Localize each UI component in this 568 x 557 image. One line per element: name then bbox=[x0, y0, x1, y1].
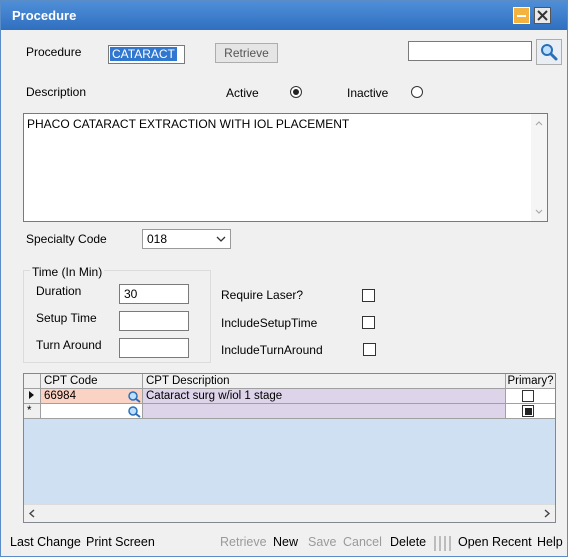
grid-horizontal-scrollbar[interactable] bbox=[24, 504, 555, 522]
scroll-right-icon[interactable] bbox=[543, 509, 551, 518]
turn-around-input[interactable] bbox=[119, 338, 189, 358]
procedure-window: Procedure Procedure CATARACT Retrieve De… bbox=[0, 0, 568, 557]
title-bar: Procedure bbox=[1, 1, 567, 30]
search-icon bbox=[541, 44, 558, 61]
delete-button[interactable]: Delete bbox=[390, 535, 426, 549]
include-turn-around-checkbox[interactable] bbox=[363, 343, 376, 356]
duration-input[interactable]: 30 bbox=[119, 284, 189, 304]
current-row-icon bbox=[29, 391, 34, 399]
search-input[interactable] bbox=[408, 41, 532, 61]
new-button[interactable]: New bbox=[273, 535, 298, 549]
chevron-down-icon bbox=[216, 236, 226, 242]
specialty-code-value: 018 bbox=[147, 232, 168, 246]
primary-checkbox[interactable] bbox=[522, 390, 534, 402]
active-radio[interactable] bbox=[290, 86, 302, 98]
duration-label: Duration bbox=[36, 284, 82, 298]
lookup-icon[interactable] bbox=[127, 390, 141, 403]
inactive-radio[interactable] bbox=[411, 86, 423, 98]
procedure-input-value: CATARACT bbox=[110, 47, 177, 61]
lookup-icon[interactable] bbox=[127, 405, 141, 418]
row-selector[interactable] bbox=[24, 389, 41, 404]
description-label: Description bbox=[26, 85, 87, 99]
description-scrollbar[interactable] bbox=[531, 114, 547, 221]
cpt-description-header[interactable]: CPT Description bbox=[143, 374, 506, 389]
include-turn-around-label: IncludeTurnAround bbox=[221, 343, 323, 357]
setup-time-label: Setup Time bbox=[36, 311, 97, 325]
specialty-code-select[interactable]: 018 bbox=[142, 229, 231, 249]
last-change-button[interactable]: Last Change bbox=[10, 535, 81, 549]
open-recent-button[interactable]: Open Recent bbox=[458, 535, 532, 549]
table-row-cpt-description[interactable]: Cataract surg w/iol 1 stage bbox=[143, 389, 506, 404]
scrollbar-arrows-icon bbox=[535, 121, 543, 214]
search-button[interactable] bbox=[536, 39, 562, 65]
procedure-input[interactable]: CATARACT bbox=[108, 45, 185, 64]
new-row-cpt-description[interactable] bbox=[143, 404, 506, 419]
setup-time-input[interactable] bbox=[119, 311, 189, 331]
require-laser-label: Require Laser? bbox=[221, 288, 304, 302]
new-row-cpt-code[interactable] bbox=[41, 404, 143, 419]
primary-header[interactable]: Primary? bbox=[506, 374, 555, 389]
active-label: Active bbox=[226, 86, 259, 100]
grid-corner-header bbox=[24, 374, 41, 389]
include-setup-time-checkbox[interactable] bbox=[362, 316, 375, 329]
retrieve-button[interactable]: Retrieve bbox=[215, 43, 278, 63]
time-group-label: Time (In Min) bbox=[30, 265, 105, 279]
include-setup-time-label: IncludeSetupTime bbox=[221, 316, 318, 330]
require-laser-checkbox[interactable] bbox=[362, 289, 375, 302]
footer-toolbar: Last Change Print Screen Retrieve New Sa… bbox=[1, 531, 567, 556]
new-row-selector[interactable]: * bbox=[24, 404, 41, 419]
turn-around-label: Turn Around bbox=[36, 338, 102, 352]
window-title: Procedure bbox=[12, 8, 77, 23]
help-button[interactable]: Help bbox=[537, 535, 563, 549]
close-icon bbox=[537, 10, 548, 21]
table-row-cpt-code[interactable]: 66984 bbox=[41, 389, 143, 404]
close-button[interactable] bbox=[534, 7, 551, 24]
description-textarea[interactable]: PHACO CATARACT EXTRACTION WITH IOL PLACE… bbox=[23, 113, 548, 222]
cpt-code-header[interactable]: CPT Code bbox=[41, 374, 143, 389]
procedure-label: Procedure bbox=[26, 45, 82, 59]
table-row-primary[interactable] bbox=[506, 389, 555, 404]
cancel-button[interactable]: Cancel bbox=[343, 535, 382, 549]
print-screen-button[interactable]: Print Screen bbox=[86, 535, 155, 549]
cpt-grid[interactable]: CPT Code CPT Description Primary? 66984 … bbox=[23, 373, 556, 523]
inactive-label: Inactive bbox=[347, 86, 389, 100]
toolbar-separator-icon bbox=[434, 536, 451, 551]
save-button[interactable]: Save bbox=[308, 535, 337, 549]
cpt-code-value: 66984 bbox=[44, 390, 76, 402]
scroll-left-icon[interactable] bbox=[28, 509, 36, 518]
specialty-code-label: Specialty Code bbox=[26, 232, 107, 246]
new-row-primary[interactable] bbox=[506, 404, 555, 419]
minimize-button[interactable] bbox=[513, 7, 530, 24]
retrieve-footer-button[interactable]: Retrieve bbox=[220, 535, 267, 549]
primary-checkbox[interactable] bbox=[522, 405, 534, 417]
description-text: PHACO CATARACT EXTRACTION WITH IOL PLACE… bbox=[27, 117, 350, 131]
